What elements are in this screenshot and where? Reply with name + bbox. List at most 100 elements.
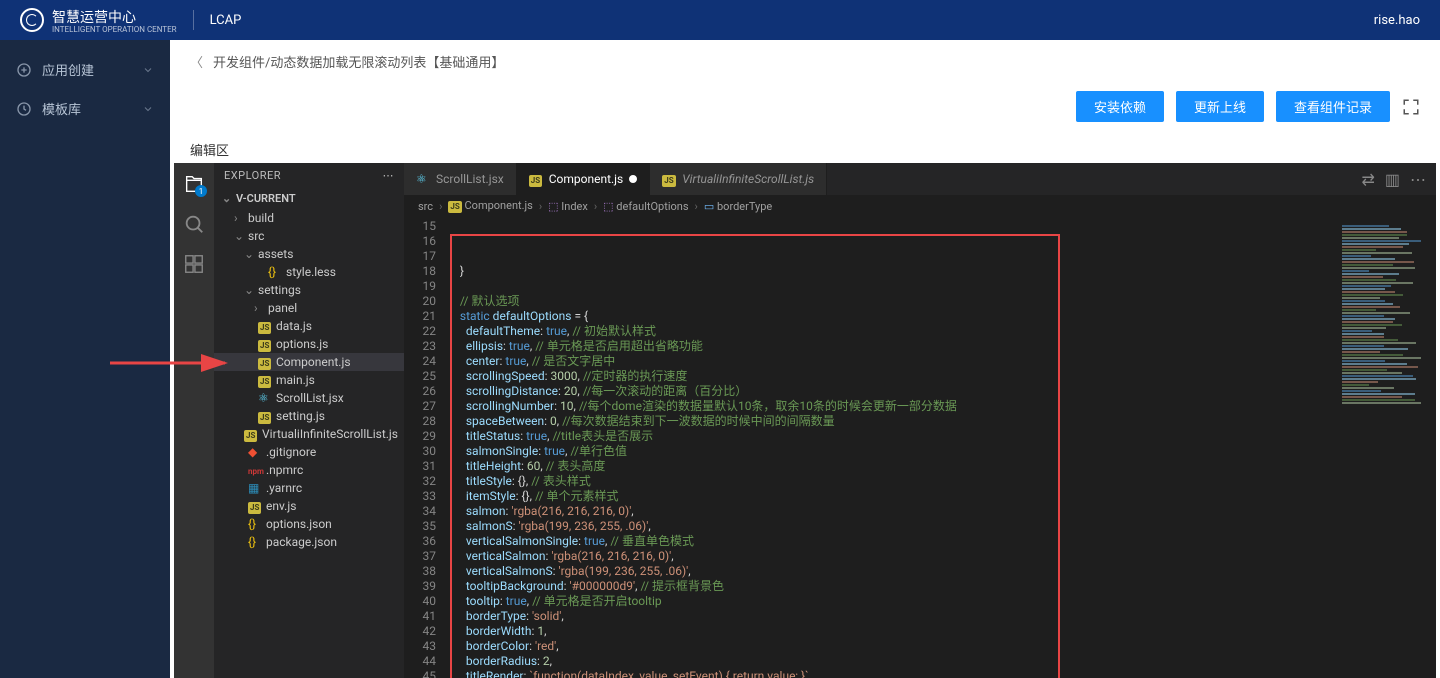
chevron-down-icon [142, 103, 154, 115]
tree-item[interactable]: {} options.json [214, 515, 404, 533]
activity-bar: 1 [174, 163, 214, 678]
tree-item[interactable]: JSdata.js [214, 317, 404, 335]
breadcrumb-path: 开发组件/动态数据加载无限滚动列表【基础通用】 [213, 52, 504, 71]
tree-item[interactable]: {} style.less [214, 263, 404, 281]
clock-icon [16, 101, 32, 117]
tree-item[interactable]: JSsetting.js [214, 407, 404, 425]
more-icon[interactable]: ⋯ [1410, 170, 1426, 189]
explorer-icon[interactable]: 1 [183, 173, 205, 195]
line-gutter: 1516171819202122232425262728293031323334… [404, 217, 448, 678]
tree-label: .npmrc [266, 463, 303, 477]
section-label: 编辑区 [170, 130, 1440, 163]
editor-tab[interactable]: JSVirtualiInfiniteScrollList.js [650, 163, 827, 195]
editor-breadcrumbs[interactable]: src›JS Component.js›⬚ Index›⬚ defaultOpt… [404, 195, 1436, 217]
crumb-item[interactable]: ⬚ defaultOptions [603, 200, 688, 213]
tree-item[interactable]: {}package.json [214, 533, 404, 551]
tree-item[interactable]: npm .npmrc [214, 461, 404, 479]
compare-icon[interactable]: ⇄ [1361, 170, 1374, 189]
root-label: V-CURRENT [236, 192, 296, 205]
tree-label: Component.js [276, 355, 351, 369]
code-content[interactable]: } // 默认选项 static defaultOptions = { defa… [448, 217, 1336, 678]
tree-item[interactable]: ⌄settings [214, 281, 404, 299]
back-button[interactable]: 〈 [190, 52, 203, 71]
chevron-down-icon: ⌄ [222, 192, 232, 205]
tree-label: .gitignore [266, 445, 316, 459]
extensions-icon[interactable] [183, 253, 205, 275]
crumb-item[interactable]: JS Component.js [448, 199, 532, 213]
tree-item[interactable]: ▦ .yarnrc [214, 479, 404, 497]
chevron-icon: ⌄ [244, 247, 254, 261]
file-icon: npm [248, 463, 262, 477]
nav-item-app-create[interactable]: 应用创建 [0, 50, 170, 89]
file-icon: {} [268, 265, 282, 279]
explorer-more-icon[interactable]: ⋯ [383, 169, 395, 182]
code-editor: 1 EXPLORER ⋯ ⌄ V-CURRENT ›build⌄src⌄asse… [174, 163, 1436, 678]
app-name[interactable]: LCAP [210, 13, 242, 28]
tree-item[interactable]: JS env.js [214, 497, 404, 515]
file-icon: ▦ [248, 481, 262, 495]
explorer-header: EXPLORER ⋯ [214, 163, 404, 188]
crumb-item[interactable]: ▭ borderType [704, 200, 772, 213]
tree-item[interactable]: JS options.js [214, 335, 404, 353]
publish-button[interactable]: 更新上线 [1176, 91, 1264, 122]
file-tree: ›build⌄src⌄assets{}style.less⌄settings›p… [214, 209, 404, 678]
editor-tabs: ⚛ScrollList.jsxJSComponent.jsJSVirtualiI… [404, 163, 1436, 195]
file-icon: JS [244, 427, 258, 441]
file-icon: JS [258, 409, 272, 423]
tree-item[interactable]: ⚛ ScrollList.jsx [214, 389, 404, 407]
explorer-title: EXPLORER [224, 169, 281, 182]
file-icon: JS [258, 373, 272, 387]
tree-item[interactable]: ›panel [214, 299, 404, 317]
top-bar: 智慧运营中心 INTELLIGENT OPERATION CENTER LCAP… [0, 0, 1440, 40]
editor-main: ⚛ScrollList.jsxJSComponent.jsJSVirtualiI… [404, 163, 1436, 678]
explorer-root[interactable]: ⌄ V-CURRENT [214, 188, 404, 209]
header-divider [193, 10, 194, 30]
tree-label: assets [258, 247, 293, 261]
chevron-icon: › [254, 301, 264, 315]
minimap[interactable] [1336, 217, 1436, 678]
file-icon: JS [258, 337, 272, 351]
file-icon: ⚛ [258, 391, 272, 405]
editor-tab[interactable]: ⚛ScrollList.jsx [404, 163, 517, 195]
tree-label: options.json [266, 517, 332, 531]
tree-label: style.less [286, 265, 336, 279]
chevron-icon: › [234, 211, 244, 225]
split-icon[interactable]: ▥ [1385, 170, 1400, 189]
tree-item[interactable]: JSComponent.js [214, 353, 404, 371]
file-icon: JS [248, 499, 262, 513]
editor-tab[interactable]: JSComponent.js [517, 163, 651, 195]
nav-label: 应用创建 [42, 60, 94, 79]
file-icon: JS [529, 172, 543, 186]
install-deps-button[interactable]: 安装依赖 [1076, 91, 1164, 122]
crumb-item[interactable]: ⬚ Index [548, 200, 588, 213]
nav-item-template-lib[interactable]: 模板库 [0, 89, 170, 128]
history-button[interactable]: 查看组件记录 [1276, 91, 1390, 122]
file-icon: ⚛ [416, 172, 430, 186]
code-area[interactable]: 1516171819202122232425262728293031323334… [404, 217, 1436, 678]
search-icon[interactable] [183, 213, 205, 235]
crumb-separator-icon: › [695, 200, 698, 213]
tree-item[interactable]: ◆ .gitignore [214, 443, 404, 461]
brand-subtitle: INTELLIGENT OPERATION CENTER [52, 25, 177, 34]
tree-label: options.js [276, 337, 328, 351]
tree-item[interactable]: ⌄ assets [214, 245, 404, 263]
content-area: 〈 开发组件/动态数据加载无限滚动列表【基础通用】 安装依赖 更新上线 查看组件… [170, 40, 1440, 678]
crumb-item[interactable]: src [418, 200, 433, 213]
current-user[interactable]: rise.hao [1374, 13, 1420, 28]
tree-label: .yarnrc [266, 481, 302, 495]
tree-label: env.js [266, 499, 296, 513]
tree-label: data.js [276, 319, 312, 333]
fullscreen-icon[interactable] [1402, 98, 1420, 116]
tree-item[interactable]: JSVirtualiInfiniteScrollList.js [214, 425, 404, 443]
toolbar: 安装依赖 更新上线 查看组件记录 [170, 83, 1440, 130]
tree-item[interactable]: ⌄src [214, 227, 404, 245]
nav-label: 模板库 [42, 99, 81, 118]
file-icon: ◆ [248, 445, 262, 459]
tree-label: ScrollList.jsx [276, 391, 344, 405]
crumb-separator-icon: › [539, 200, 542, 213]
tree-item[interactable]: JSmain.js [214, 371, 404, 389]
file-icon: {} [248, 517, 262, 531]
tree-item[interactable]: › build [214, 209, 404, 227]
tree-label: build [248, 211, 274, 225]
tree-label: package.json [266, 535, 337, 549]
